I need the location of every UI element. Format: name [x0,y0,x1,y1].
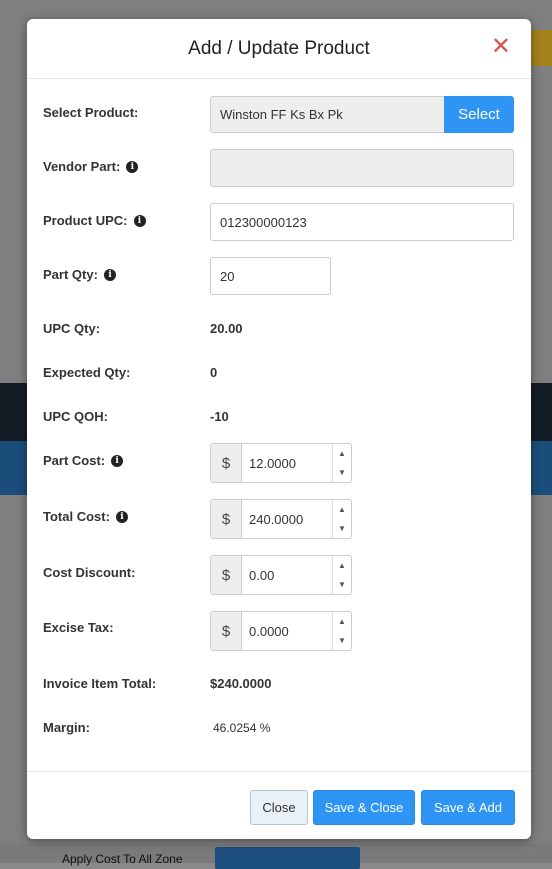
invoice-item-total-label: Invoice Item Total: [43,676,157,691]
excise-tax-spinner[interactable]: ▲ ▼ [332,612,351,650]
info-icon[interactable]: i [126,160,139,173]
product-upc-input[interactable]: 012300000123 [210,203,514,241]
info-icon[interactable]: i [103,268,116,281]
spin-up-icon[interactable]: ▲ [333,612,351,631]
modal-footer: Close Save & Close Save & Add [27,771,531,840]
part-cost-label: Part Cost: i [43,453,124,468]
margin-value: 46.0254 % [213,721,271,735]
total-cost-label: Total Cost: i [43,509,128,524]
add-update-product-modal: Add / Update Product ✕ Select Product: W… [27,19,531,839]
currency-addon: $ [211,500,242,538]
excise-tax-input-group: $ 0.0000 ▲ ▼ [210,611,352,651]
part-qty-label-text: Part Qty: [43,267,98,282]
part-cost-input[interactable]: 12.0000 [242,444,332,482]
currency-addon: $ [211,444,242,482]
select-product-label: Select Product: [43,105,138,120]
part-cost-label-text: Part Cost: [43,453,106,468]
total-cost-input-group: $ 240.0000 ▲ ▼ [210,499,352,539]
cost-discount-spinner[interactable]: ▲ ▼ [332,556,351,594]
cost-discount-input[interactable]: 0.00 [242,556,332,594]
modal-title: Add / Update Product [188,38,370,59]
margin-label: Margin: [43,720,90,735]
excise-tax-label: Excise Tax: [43,620,114,635]
excise-tax-input[interactable]: 0.0000 [242,612,332,650]
select-product-button[interactable]: Select [444,96,514,133]
vendor-part-label: Vendor Part: i [43,159,139,174]
spin-down-icon[interactable]: ▼ [333,519,351,538]
currency-addon: $ [211,612,242,650]
background-apply-cost-button [215,847,360,869]
cost-discount-label: Cost Discount: [43,565,136,580]
currency-addon: $ [211,556,242,594]
vendor-part-label-text: Vendor Part: [43,159,121,174]
select-product-field[interactable]: Winston FF Ks Bx Pk [210,96,446,133]
save-add-button[interactable]: Save & Add [421,790,515,825]
modal-header: Add / Update Product ✕ [27,19,531,79]
spin-down-icon[interactable]: ▼ [333,463,351,482]
spin-up-icon[interactable]: ▲ [333,444,351,463]
save-close-button[interactable]: Save & Close [313,790,415,825]
part-cost-input-group: $ 12.0000 ▲ ▼ [210,443,352,483]
product-upc-label: Product UPC: i [43,213,146,228]
background-apply-zone-label: Apply Cost To All Zone [62,852,183,866]
part-cost-spinner[interactable]: ▲ ▼ [332,444,351,482]
upc-qty-value: 20.00 [210,321,243,336]
part-qty-input[interactable]: 20 [210,257,331,295]
info-icon[interactable]: i [111,454,124,467]
expected-qty-value: 0 [210,365,218,380]
info-icon[interactable]: i [115,510,128,523]
spin-down-icon[interactable]: ▼ [333,575,351,594]
spin-up-icon[interactable]: ▲ [333,500,351,519]
total-cost-input[interactable]: 240.0000 [242,500,332,538]
upc-qoh-value: -10 [210,409,229,424]
spin-up-icon[interactable]: ▲ [333,556,351,575]
close-button[interactable]: Close [250,790,308,825]
total-cost-label-text: Total Cost: [43,509,110,524]
product-upc-label-text: Product UPC: [43,213,128,228]
cost-discount-input-group: $ 0.00 ▲ ▼ [210,555,352,595]
info-icon[interactable]: i [133,214,146,227]
close-icon[interactable]: ✕ [491,35,511,59]
expected-qty-label: Expected Qty: [43,365,131,380]
invoice-item-total-value: $240.0000 [210,676,272,691]
upc-qoh-label: UPC QOH: [43,409,108,424]
select-product-label-text: Select Product: [43,105,139,120]
upc-qty-label: UPC Qty: [43,321,101,336]
spin-down-icon[interactable]: ▼ [333,631,351,650]
part-qty-label: Part Qty: i [43,267,116,282]
total-cost-spinner[interactable]: ▲ ▼ [332,500,351,538]
vendor-part-field[interactable] [210,149,514,187]
